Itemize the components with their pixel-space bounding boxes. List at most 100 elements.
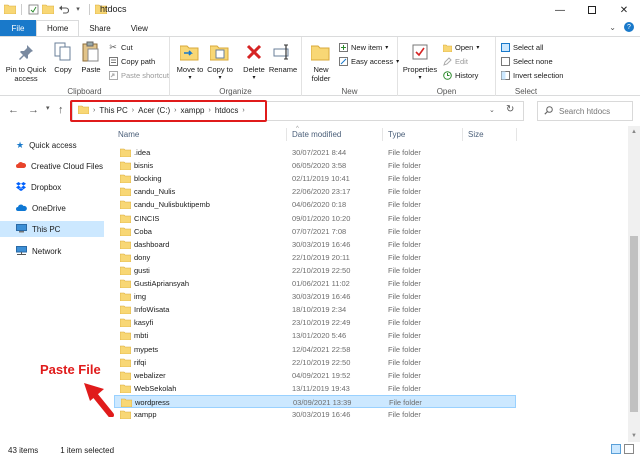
tab-home[interactable]: Home	[36, 20, 80, 36]
table-row[interactable]: Coba 07/07/2021 7:08 File folder	[114, 225, 516, 238]
select-all-button[interactable]: Select all	[500, 42, 543, 52]
table-row[interactable]: gusti 22/10/2019 22:50 File folder	[114, 264, 516, 277]
paste-shortcut-button[interactable]: Paste shortcut	[108, 70, 169, 80]
refresh-icon[interactable]: ↻	[506, 104, 514, 115]
open-group: Properties ▾ Open ▾ Edit History Open	[398, 37, 496, 97]
scrollbar-thumb[interactable]	[630, 236, 638, 412]
back-arrow-icon[interactable]: ←	[8, 104, 19, 116]
table-row[interactable]: candu_Nulis 22/06/2020 23:17 File folder	[114, 185, 516, 198]
select-none-button[interactable]: Select none	[500, 56, 553, 66]
undo-icon[interactable]	[57, 3, 69, 15]
table-row[interactable]: dony 22/10/2019 20:11 File folder	[114, 251, 516, 264]
table-row[interactable]: img 30/03/2019 16:46 File folder	[114, 290, 516, 303]
sidebar-item-creative-cloud[interactable]: Creative Cloud Files	[0, 158, 104, 174]
vertical-scrollbar[interactable]: ▲ ▼	[628, 126, 640, 442]
table-row[interactable]: GustiApriansyah 01/06/2021 11:02 File fold…	[114, 277, 516, 290]
copy-to-button[interactable]: Copy to ▾	[206, 41, 234, 83]
file-date-modified: 13/11/2019 19:43	[292, 383, 350, 393]
column-header-type[interactable]: Type	[388, 126, 405, 142]
sidebar-item-dropbox[interactable]: Dropbox	[0, 179, 104, 195]
file-type: File folder	[388, 200, 421, 210]
column-header-date[interactable]: Date modified	[292, 126, 341, 142]
minimize-button[interactable]: —	[544, 0, 576, 20]
sidebar-item-network[interactable]: Network	[0, 243, 104, 259]
invert-selection-button[interactable]: Invert selection	[500, 70, 563, 80]
paste-label: Paste	[81, 65, 101, 74]
move-to-button[interactable]: Move to ▾	[176, 41, 204, 83]
new-item-label: New item	[351, 42, 383, 52]
sidebar-item-this-pc[interactable]: This PC	[0, 221, 104, 237]
search-input[interactable]: Search htdocs	[537, 101, 633, 121]
new-folder-icon[interactable]	[42, 3, 54, 15]
table-row[interactable]: mypets 12/04/2021 22:58 File folder	[114, 343, 516, 356]
scroll-down-icon[interactable]: ▼	[628, 430, 640, 442]
file-date-modified: 06/05/2020 3:58	[292, 161, 347, 171]
copy-path-button[interactable]: Copy path	[108, 56, 155, 66]
table-row[interactable]: bisnis 06/05/2020 3:58 File folder	[114, 159, 516, 172]
paste-shortcut-label: Paste shortcut	[121, 70, 169, 80]
table-row[interactable]: rifqi 22/10/2019 22:50 File folder	[114, 356, 516, 369]
history-button[interactable]: History	[442, 70, 478, 80]
scroll-up-icon[interactable]: ▲	[628, 126, 640, 138]
properties-label: Properties	[402, 65, 438, 74]
select-none-label: Select none	[513, 56, 553, 66]
maximize-button[interactable]	[576, 0, 608, 20]
folder-icon	[119, 200, 132, 210]
table-row[interactable]: candu_Nulisbuktipemb 04/06/2020 0:18 File …	[114, 198, 516, 211]
details-view-icon[interactable]	[611, 444, 621, 454]
file-name: bisnis	[134, 161, 154, 171]
folder-icon	[119, 227, 132, 236]
table-row[interactable]: webalizer 04/09/2021 19:52 File folder	[114, 369, 516, 382]
table-row[interactable]: blocking 02/11/2019 10:41 File folder	[114, 172, 516, 185]
file-date-modified: 04/09/2021 19:52	[292, 370, 351, 380]
table-row[interactable]: mbti 13/01/2020 5:46 File folder	[114, 329, 516, 342]
table-row[interactable]: wordpress 03/09/2021 13:39 File folder	[114, 394, 516, 408]
new-folder-button[interactable]: New folder	[306, 41, 336, 83]
table-row[interactable]: .idea 30/07/2021 8:44 File folder	[114, 146, 516, 159]
close-button[interactable]: ✕	[608, 0, 640, 20]
sidebar-item-onedrive[interactable]: OneDrive	[0, 200, 104, 216]
new-group-label: New	[341, 87, 358, 96]
recent-locations-icon[interactable]: ▾	[46, 104, 50, 112]
properties-button[interactable]: Properties ▾	[402, 41, 438, 83]
new-item-button[interactable]: New item ▾	[338, 42, 388, 52]
table-row[interactable]: kasyfi 23/10/2019 22:49 File folder	[114, 316, 516, 329]
properties-icon[interactable]	[27, 3, 39, 15]
easy-access-button[interactable]: Easy access ▾	[338, 56, 399, 66]
sidebar-item-quick-access[interactable]: ★ Quick access	[0, 137, 104, 153]
table-row[interactable]: WebSekolah 13/11/2019 19:43 File folder	[114, 382, 516, 395]
expand-ribbon-icon[interactable]: ⌄	[609, 23, 616, 32]
forward-arrow-icon[interactable]: →	[28, 104, 39, 116]
cut-button[interactable]: ✂ Cut	[108, 42, 132, 52]
tab-file[interactable]: File	[0, 20, 36, 36]
creative-cloud-icon	[16, 161, 27, 171]
select-all-label: Select all	[513, 42, 544, 52]
up-arrow-icon[interactable]: ↑	[58, 104, 64, 116]
delete-button[interactable]: Delete ▾	[240, 41, 268, 83]
table-row[interactable]: xampp 30/03/2019 16:46 File folder	[114, 408, 516, 421]
paste-button[interactable]: Paste	[78, 41, 104, 74]
help-icon[interactable]: ?	[624, 22, 634, 32]
table-row[interactable]: InfoWisata 18/10/2019 2:34 File folder	[114, 303, 516, 316]
tab-share[interactable]: Share	[79, 20, 120, 36]
tab-view[interactable]: View	[121, 20, 158, 36]
edit-button[interactable]: Edit	[442, 56, 468, 66]
pin-quick-access-button[interactable]: Pin to Quick access	[4, 41, 48, 83]
open-button[interactable]: Open ▾	[442, 42, 479, 52]
table-row[interactable]: CINCIS 09/01/2020 10:20 File folder	[114, 212, 516, 225]
file-name: WebSekolah	[134, 383, 177, 393]
column-header-size[interactable]: Size	[468, 126, 484, 142]
quick-access-toolbar: ▾	[4, 3, 107, 15]
copy-button[interactable]: Copy	[50, 41, 76, 74]
rename-button[interactable]: Rename	[268, 41, 298, 74]
folder-icon	[119, 384, 132, 394]
table-row[interactable]: dashboard 30/03/2019 16:46 File folder	[114, 238, 516, 251]
large-icons-view-icon[interactable]	[624, 444, 634, 454]
item-count: 43 items	[8, 445, 39, 455]
organize-group: Move to ▾ Copy to ▾ Delete ▾ Rename Orga…	[170, 37, 302, 97]
column-header-name[interactable]: Name	[118, 126, 139, 142]
customize-toolbar-icon[interactable]: ▾	[72, 3, 84, 15]
file-name: candu_Nulis	[134, 187, 176, 197]
address-history-dropdown-icon[interactable]: ⌄	[489, 106, 495, 114]
file-type: File folder	[388, 213, 421, 223]
